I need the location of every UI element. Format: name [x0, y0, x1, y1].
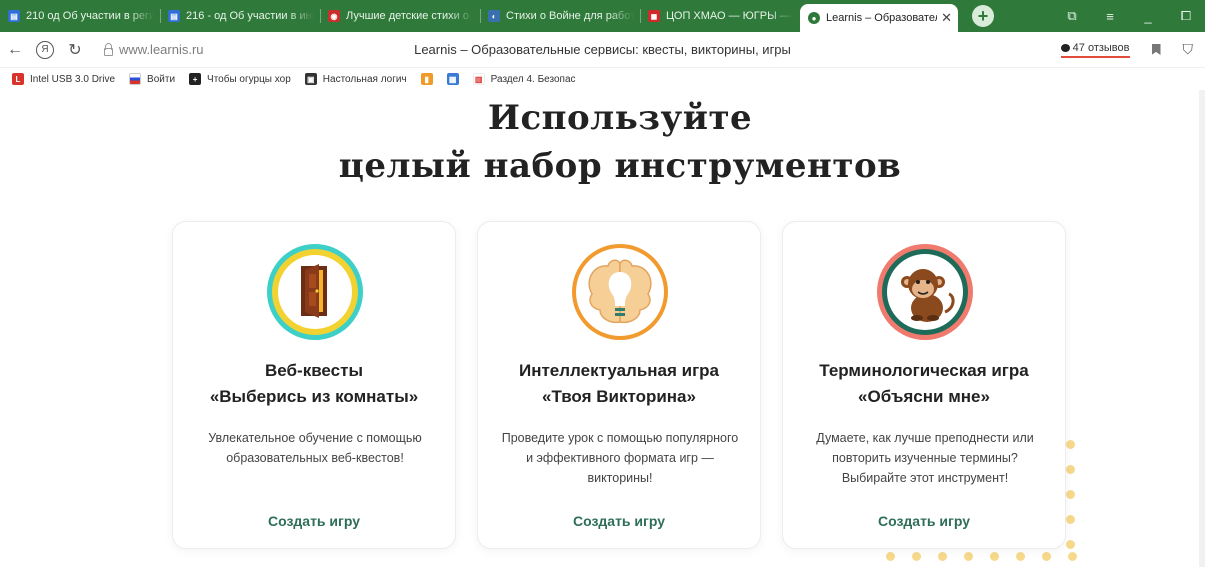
card-title-line-2: «Выберись из комнаты»: [209, 387, 419, 406]
bookmark-label: Intel USB 3.0 Drive: [30, 73, 116, 85]
intel-icon: L: [12, 73, 24, 85]
create-game-button[interactable]: Создать игру: [173, 513, 455, 529]
card-title-line-2: «Твоя Викторина»: [542, 387, 696, 406]
heading-line-2: целый набор инструментов: [338, 146, 902, 186]
card-description: Думаете, как лучше преподнести или повто…: [816, 431, 1034, 485]
card-title-line-1: Терминологическая игра: [819, 361, 1029, 380]
decorative-dot: [912, 552, 921, 561]
bookmark-label: Настольная логич: [322, 73, 407, 85]
card-description: Увлекательное обучение с помощью образов…: [208, 431, 422, 465]
decorative-dot: [1042, 552, 1051, 561]
plus-icon: +: [189, 73, 202, 85]
bookmark-item[interactable]: + Чтобы огурцы хор: [189, 73, 291, 85]
back-arrow-icon[interactable]: ←: [0, 41, 30, 59]
blue-icon: ▦: [446, 73, 459, 85]
card-title-line-2: «Объясни мне»: [858, 387, 990, 406]
reload-icon[interactable]: ↻: [60, 40, 90, 60]
lock-icon[interactable]: [104, 42, 113, 56]
tab-label: Лучшие детские стихи о: [346, 10, 469, 22]
decorative-dot: [1066, 490, 1075, 499]
learnis-icon: ●: [808, 12, 820, 24]
bookmark-item[interactable]: ▦: [446, 73, 459, 85]
card-quiz: Интеллектуальная игра «Твоя Викторина» П…: [477, 221, 761, 549]
tab-3[interactable]: ◉ Лучшие детские стихи о: [320, 0, 480, 32]
book-red-icon: ▥: [472, 73, 485, 85]
bookmark-item[interactable]: ▣ Настольная логич: [304, 73, 407, 85]
decorative-dot: [1066, 440, 1075, 449]
tab-strip: ▤ 210 од Об участии в реги ▤ 216 - од Об…: [0, 0, 1205, 32]
decorative-dot: [1066, 515, 1075, 524]
book-icon: ▣: [304, 73, 317, 85]
tab-2[interactable]: ▤ 216 - од Об участии в инс: [160, 0, 320, 32]
site-icon: ◐: [488, 10, 500, 22]
card-title-line-1: Веб-квесты: [265, 361, 363, 380]
decorative-dot: [964, 552, 973, 561]
section-heading: Используйте целый набор инструментов: [0, 94, 1205, 190]
card-title: Интеллектуальная игра «Твоя Викторина»: [478, 358, 760, 410]
close-icon[interactable]: ✕: [941, 10, 952, 26]
bookmark-item[interactable]: ▥ Раздел 4. Безопас: [472, 73, 576, 85]
decorative-dot: [938, 552, 947, 561]
address-bar: ← Я ↻ www.learnis.ru Learnis – Образоват…: [0, 32, 1205, 68]
menu-icon[interactable]: ≡: [1091, 9, 1129, 24]
bookmark-item[interactable]: Войти: [129, 73, 175, 85]
decorative-dot: [1016, 552, 1025, 561]
tab-manager-icon[interactable]: ⧉: [1053, 8, 1091, 24]
extension-icon[interactable]: ⛉: [1183, 41, 1194, 58]
reviews-label: 47 отзывов: [1072, 41, 1130, 54]
site-icon: ◼: [648, 10, 660, 22]
tab-5[interactable]: ◼ ЦОП ХМАО — ЮГРЫ — 2: [640, 0, 800, 32]
card-explain-me: Терминологическая игра «Объясни мне» Дум…: [782, 221, 1066, 549]
card-title-line-1: Интеллектуальная игра: [518, 361, 720, 380]
create-game-button[interactable]: Создать игру: [783, 513, 1065, 529]
site-icon: ◉: [328, 10, 340, 22]
create-game-button[interactable]: Создать игру: [478, 513, 760, 529]
tab-4[interactable]: ◐ Стихи о Войне для работ: [480, 0, 640, 32]
decorative-dot: [886, 552, 895, 561]
bookmark-icon[interactable]: [1151, 44, 1161, 55]
tab-label: ЦОП ХМАО — ЮГРЫ — 2: [666, 10, 794, 22]
tab-learnis-active[interactable]: ● Learnis – Образователь ✕: [800, 4, 958, 32]
comment-icon: [1060, 43, 1070, 52]
page-content: Используйте целый набор инструментов Веб…: [0, 90, 1205, 567]
heading-line-1: Используйте: [487, 98, 753, 138]
card-description: Проведите урок с помощью популярного и э…: [501, 431, 739, 485]
tab-label: Learnis – Образователь: [826, 12, 938, 24]
decorative-dot: [1068, 552, 1077, 561]
window-controls: ⧉ ≡ _ ⧠: [1053, 0, 1205, 32]
tab-label: 210 од Об участии в реги: [26, 10, 154, 22]
minimize-icon[interactable]: _: [1129, 9, 1167, 24]
doc-icon: ▤: [8, 10, 20, 22]
url-field[interactable]: www.learnis.ru: [119, 42, 204, 57]
bookmark-item[interactable]: ▮: [420, 73, 433, 85]
doc-icon: ▤: [168, 10, 180, 22]
tab-label: 216 - од Об участии в инс: [186, 10, 314, 22]
monkey-icon: [875, 242, 975, 342]
bookmark-label: Войти: [147, 73, 176, 85]
card-title: Веб-квесты «Выберись из комнаты»: [173, 358, 455, 410]
door-icon: [265, 242, 365, 342]
restore-icon[interactable]: ⧠: [1167, 8, 1205, 24]
new-tab-button[interactable]: +: [972, 5, 994, 27]
bookmarks-bar: L Intel USB 3.0 Drive Войти + Чтобы огур…: [0, 68, 1205, 90]
tab-1[interactable]: ▤ 210 од Об участии в реги: [0, 0, 160, 32]
tab-label: Стихи о Войне для работ: [506, 10, 634, 22]
card-title: Терминологическая игра «Объясни мне»: [783, 358, 1065, 410]
decorative-dot: [990, 552, 999, 561]
orange-icon: ▮: [420, 73, 433, 85]
bookmark-item[interactable]: L Intel USB 3.0 Drive: [12, 73, 115, 85]
brain-bulb-icon: [570, 242, 670, 342]
yandex-icon[interactable]: Я: [36, 40, 54, 59]
decorative-dot: [1066, 465, 1075, 474]
reviews-link[interactable]: 47 отзывов: [1060, 41, 1130, 58]
decorative-dot: [1066, 540, 1075, 549]
card-web-quest: Веб-квесты «Выберись из комнаты» Увлекат…: [172, 221, 456, 549]
bookmark-label: Чтобы огурцы хор: [207, 73, 291, 85]
bookmark-label: Раздел 4. Безопас: [490, 73, 576, 85]
flag-icon: [129, 73, 142, 85]
